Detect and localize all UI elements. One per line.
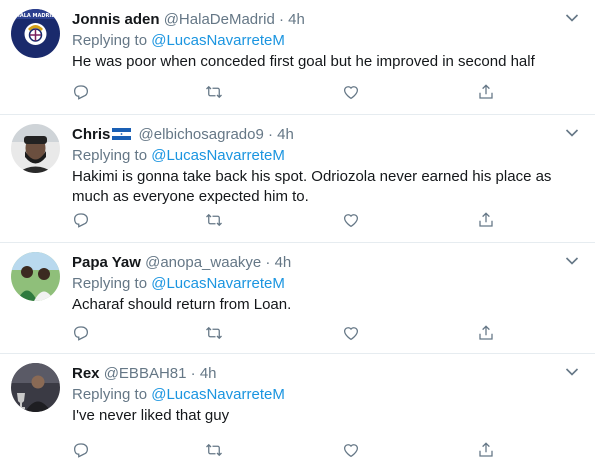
- timestamp[interactable]: 4h: [275, 254, 292, 271]
- share-icon[interactable]: [477, 211, 497, 231]
- replying-to: Replying to @LucasNavarreteM: [72, 274, 285, 294]
- heart-icon[interactable]: [342, 324, 362, 344]
- mention-link[interactable]: @LucasNavarreteM: [151, 32, 285, 49]
- tweet-header: Jonnis aden @HalaDeMadrid · 4h: [72, 10, 305, 30]
- share-icon[interactable]: [477, 441, 497, 461]
- retweet-icon[interactable]: [205, 324, 225, 344]
- heart-icon[interactable]: [342, 83, 362, 103]
- tweet-actions: [72, 211, 512, 231]
- reply-icon[interactable]: [72, 441, 92, 461]
- tweet[interactable]: Rex @EBBAH81 · 4h Replying to @LucasNava…: [0, 354, 595, 471]
- replying-to-label: Replying to: [72, 275, 148, 292]
- avatar-text: HALA MADRID: [16, 13, 56, 19]
- retweet-icon[interactable]: [205, 441, 225, 461]
- separator: ·: [190, 365, 196, 382]
- separator: ·: [278, 11, 284, 28]
- display-name[interactable]: Rex: [72, 365, 100, 382]
- honduras-flag-icon: [112, 128, 132, 140]
- two-men-outdoor-avatar: [11, 252, 60, 301]
- share-icon[interactable]: [477, 83, 497, 103]
- avatar[interactable]: HALA MADRID: [11, 9, 60, 58]
- separator: ·: [265, 254, 271, 271]
- tweet-actions: [72, 83, 512, 103]
- tweet[interactable]: Chris @elbichosagrado9 · 4h Replying to …: [0, 115, 595, 243]
- avatar[interactable]: [11, 363, 60, 412]
- chevron-down-icon[interactable]: [565, 256, 579, 266]
- share-icon[interactable]: [477, 324, 497, 344]
- timestamp[interactable]: 4h: [200, 365, 217, 382]
- avatar[interactable]: [11, 124, 60, 173]
- tweet-actions: [72, 324, 512, 344]
- tweet[interactable]: Papa Yaw @anopa_waakye · 4h Replying to …: [0, 243, 595, 354]
- reply-feed: HALA MADRID Jonnis aden @HalaDeMadrid · …: [0, 0, 595, 471]
- replying-to-label: Replying to: [72, 147, 148, 164]
- tweet-actions: [72, 441, 512, 461]
- reply-icon[interactable]: [72, 211, 92, 231]
- chevron-down-icon[interactable]: [565, 13, 579, 23]
- tweet-text: Acharaf should return from Loan.: [72, 296, 292, 313]
- reply-icon[interactable]: [72, 83, 92, 103]
- display-name[interactable]: Chris: [72, 126, 110, 143]
- user-handle[interactable]: @anopa_waakye: [145, 254, 261, 271]
- replying-to: Replying to @LucasNavarreteM: [72, 31, 285, 51]
- tweet-header: Papa Yaw @anopa_waakye · 4h: [72, 253, 291, 273]
- heart-icon[interactable]: [342, 441, 362, 461]
- tweet-header: Rex @EBBAH81 · 4h: [72, 364, 217, 384]
- bearded-man-avatar: [11, 124, 60, 173]
- user-handle[interactable]: @elbichosagrado9: [139, 126, 264, 143]
- tweet-text: Hakimi is gonna take back his spot. Odri…: [72, 168, 552, 205]
- tweet-text: I've never liked that guy: [72, 407, 230, 424]
- heart-icon[interactable]: [342, 211, 362, 231]
- retweet-icon[interactable]: [205, 211, 225, 231]
- chevron-down-icon[interactable]: [565, 367, 579, 377]
- replying-to-label: Replying to: [72, 386, 148, 403]
- timestamp[interactable]: 4h: [277, 126, 294, 143]
- mention-link[interactable]: @LucasNavarreteM: [151, 147, 285, 164]
- tweet[interactable]: HALA MADRID Jonnis aden @HalaDeMadrid · …: [0, 0, 595, 115]
- mention-link[interactable]: @LucasNavarreteM: [151, 275, 285, 292]
- user-handle[interactable]: @EBBAH81: [104, 365, 187, 382]
- man-with-trophy-avatar: [11, 363, 60, 412]
- replying-to: Replying to @LucasNavarreteM: [72, 146, 285, 166]
- mention-link[interactable]: @LucasNavarreteM: [151, 386, 285, 403]
- reply-icon[interactable]: [72, 324, 92, 344]
- display-name[interactable]: Jonnis aden: [72, 11, 160, 28]
- real-madrid-crest-avatar: HALA MADRID: [11, 9, 60, 58]
- display-name[interactable]: Papa Yaw: [72, 254, 141, 271]
- chevron-down-icon[interactable]: [565, 128, 579, 138]
- timestamp[interactable]: 4h: [288, 11, 305, 28]
- user-handle[interactable]: @HalaDeMadrid: [164, 11, 275, 28]
- tweet-header: Chris @elbichosagrado9 · 4h: [72, 125, 294, 145]
- separator: ·: [268, 126, 273, 143]
- avatar[interactable]: [11, 252, 60, 301]
- tweet-text: He was poor when conceded first goal but…: [72, 53, 535, 70]
- replying-to-label: Replying to: [72, 32, 148, 49]
- retweet-icon[interactable]: [205, 83, 225, 103]
- replying-to: Replying to @LucasNavarreteM: [72, 385, 285, 405]
